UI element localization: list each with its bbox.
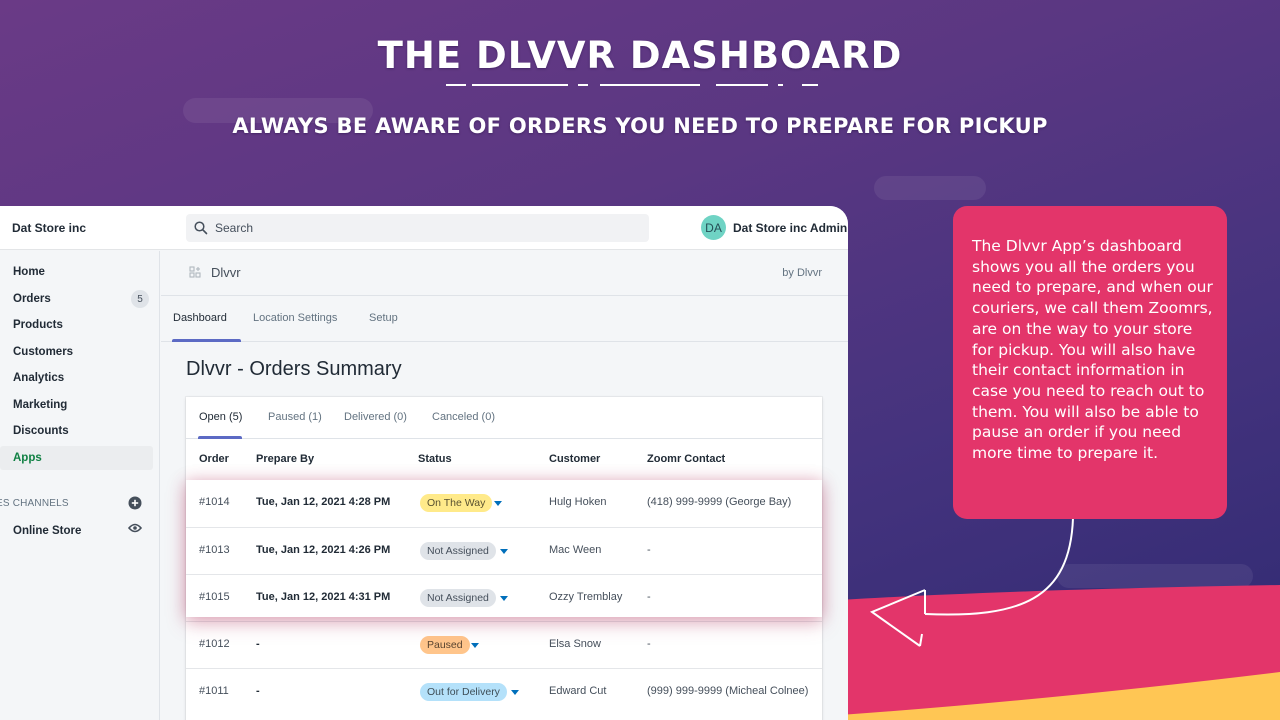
order-number[interactable]: #1012 [199,638,230,650]
status-badge: Not Assigned [420,542,496,560]
customer-name: Ozzy Tremblay [549,591,623,603]
tab-dashboard[interactable]: Dashboard [173,312,227,324]
column-header-status: Status [418,453,452,465]
search-input[interactable] [215,221,615,235]
app-title: Dlvvr [211,265,241,280]
highlighted-orders: #1014 Tue, Jan 12, 2021 4:28 PM On The W… [186,480,822,617]
prepare-by: Tue, Jan 12, 2021 4:31 PM [256,591,391,603]
zoomr-contact: (999) 999-9999 (Micheal Colnee) [647,685,809,697]
sidebar-item-products[interactable]: Products [0,313,153,337]
sidebar-item-label: Products [13,319,63,331]
sidebar-item-discounts[interactable]: Discounts [0,419,153,443]
prepare-by: - [256,638,260,650]
sales-channels-label: ES CHANNELS [0,498,69,509]
sidebar-item-marketing[interactable]: Marketing [0,393,153,417]
zoomr-contact: (418) 999-9999 (George Bay) [647,496,792,508]
status-dropdown-icon[interactable] [500,596,508,601]
search-icon [194,221,208,235]
table-row[interactable]: #1011 - Out for Delivery Edward Cut (999… [186,668,822,715]
tab-paused[interactable]: Paused (1) [268,411,322,423]
status-badge: Not Assigned [420,589,496,607]
column-header-prepare-by: Prepare By [256,453,315,465]
hero-divider [446,84,836,87]
sidebar-item-apps[interactable]: Apps [0,446,153,470]
status-badge: Paused [420,636,470,654]
sidebar-item-label: Apps [13,452,42,464]
page-title: Dlvvr - Orders Summary [186,358,402,380]
sidebar: Home Orders 5 Products Customers Analytic… [0,251,160,720]
app-window: Dat Store inc DA Dat Store inc Admin Hom… [0,206,848,720]
customer-name: Mac Ween [549,544,602,556]
sidebar-item-label: Online Store [13,525,82,537]
prepare-by: Tue, Jan 12, 2021 4:28 PM [256,496,391,508]
order-number[interactable]: #1015 [199,591,230,603]
customer-name: Hulg Hoken [549,496,607,508]
tab-delivered[interactable]: Delivered (0) [344,411,407,423]
prepare-by: Tue, Jan 12, 2021 4:26 PM [256,544,391,556]
status-dropdown-icon[interactable] [500,549,508,554]
admin-name: Dat Store inc Admin [733,220,848,235]
top-bar: Dat Store inc DA Dat Store inc Admin [0,206,848,250]
account-menu[interactable]: DA Dat Store inc Admin [701,215,847,240]
sidebar-item-home[interactable]: Home [0,260,153,284]
active-tab-indicator [198,436,242,439]
sidebar-item-customers[interactable]: Customers [0,340,153,364]
active-tab-indicator [172,339,241,342]
app-developer[interactable]: by Dlvvr [782,267,822,279]
status-badge: Out for Delivery [420,683,507,701]
avatar: DA [701,215,726,240]
status-dropdown-icon[interactable] [494,501,502,506]
order-number[interactable]: #1014 [199,496,230,508]
sidebar-item-label: Analytics [13,372,65,384]
table-row[interactable]: #1012 - Paused Elsa Snow - [186,621,822,668]
callout-text: The Dlvvr App’s dashboard shows you all … [972,237,1213,463]
app-tabs: Dashboard Location Settings Setup [161,297,848,342]
status-badge: On The Way [420,494,493,512]
customer-name: Elsa Snow [549,638,601,650]
orders-count-badge: 5 [131,290,149,308]
customer-name: Edward Cut [549,685,607,697]
tab-canceled[interactable]: Canceled (0) [432,411,495,423]
store-name[interactable]: Dat Store inc [12,221,86,235]
tab-open[interactable]: Open (5) [199,411,242,423]
table-row[interactable]: #1014 Tue, Jan 12, 2021 4:28 PM On The W… [186,480,822,527]
search-bar[interactable] [186,214,649,242]
zoomr-contact: - [647,638,651,650]
table-row[interactable]: #1013 Tue, Jan 12, 2021 4:26 PM Not Assi… [186,527,822,574]
zoomr-contact: - [647,591,651,603]
tab-location-settings[interactable]: Location Settings [253,312,337,324]
order-status-tabs: Open (5) Paused (1) Delivered (0) Cancel… [186,397,822,439]
apps-icon [189,266,201,278]
sidebar-item-label: Discounts [13,425,69,437]
sidebar-item-label: Customers [13,346,74,358]
column-header-order: Order [199,453,229,465]
table-row[interactable]: #1015 Tue, Jan 12, 2021 4:31 PM Not Assi… [186,574,822,617]
sidebar-item-label: Orders [13,293,51,305]
status-dropdown-icon[interactable] [511,690,519,695]
column-header-zoomr-contact: Zoomr Contact [647,453,726,465]
order-number[interactable]: #1013 [199,544,230,556]
zoomr-contact: - [647,544,651,556]
sidebar-item-label: Marketing [13,399,68,411]
prepare-by: - [256,685,260,697]
hero-subtitle: ALWAYS BE AWARE OF ORDERS YOU NEED TO PR… [232,114,1048,138]
sidebar-item-analytics[interactable]: Analytics [0,366,153,390]
column-header-customer: Customer [549,453,601,465]
bg-decoration [874,176,986,200]
status-dropdown-icon[interactable] [471,643,479,648]
bg-decoration [1057,564,1253,588]
tab-setup[interactable]: Setup [369,312,398,324]
callout-box: The Dlvvr App’s dashboard shows you all … [953,206,1227,519]
order-number[interactable]: #1011 [199,685,229,697]
eye-icon[interactable] [128,523,142,533]
add-channel-icon[interactable] [128,496,142,510]
sidebar-item-orders[interactable]: Orders 5 [0,287,153,311]
app-header: Dlvvr by Dlvvr [161,251,848,296]
sidebar-item-label: Home [13,266,45,278]
hero-title: THE DLVVR DASHBOARD [377,34,903,77]
